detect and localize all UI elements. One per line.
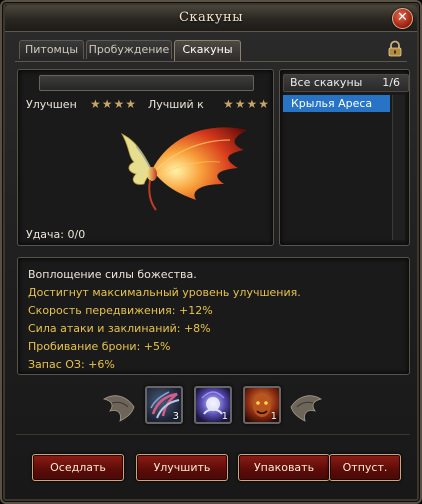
- close-icon: ✕: [397, 10, 408, 25]
- pack-button[interactable]: Упаковать: [238, 454, 330, 481]
- upgraded-stars: ★★★★: [90, 97, 138, 111]
- griffin-ornament-left-icon: [102, 395, 135, 422]
- title-bar[interactable]: Скакуны ✕: [5, 5, 417, 32]
- mount-wings-image: [120, 127, 247, 211]
- skill-slots-row: 3 1 1: [2, 383, 422, 431]
- slot-count: 3: [172, 411, 179, 422]
- tab-pets[interactable]: Питомцы: [19, 40, 84, 59]
- slot-count: 1: [270, 411, 277, 422]
- description-line: Сила атаки и заклинаний: +8%: [28, 322, 211, 335]
- skill-slot-1[interactable]: 3: [145, 386, 183, 424]
- description-line: Скорость передвижения: +12%: [28, 304, 213, 317]
- action-buttons-row: Оседлать Улучшить Упаковать Отпуст.: [16, 434, 410, 495]
- mount-list-title: Все скакуны: [290, 76, 363, 89]
- skill-slot-3[interactable]: 1: [243, 386, 281, 424]
- tab-divider: [15, 61, 407, 62]
- best-stars: ★★★★: [223, 97, 271, 111]
- mount-description-panel: Воплощение силы божества. Достигнут макс…: [17, 257, 410, 375]
- mount-list-scrollbar[interactable]: [392, 95, 405, 240]
- saddle-button[interactable]: Оседлать: [32, 454, 124, 481]
- description-line: Пробивание брони: +5%: [28, 340, 171, 353]
- mount-count: 1/6: [382, 76, 400, 89]
- description-line: Достигнут максимальный уровень улучшения…: [28, 286, 301, 299]
- description-line: Запас ОЗ: +6%: [28, 358, 115, 371]
- mount-name-bar: [39, 75, 254, 91]
- lock-icon[interactable]: [386, 40, 404, 58]
- mount-list-panel: Все скакуны 1/6 Крылья Ареса: [279, 69, 410, 246]
- slot-count: 1: [221, 411, 228, 422]
- mount-preview-panel: Улучшен ★★★★ Лучший к ★★★★ Удача: 0/0: [17, 69, 274, 246]
- description-line: Воплощение силы божества.: [28, 268, 197, 281]
- tab-awakening[interactable]: Пробуждение: [86, 40, 172, 59]
- griffin-ornament-right-icon: [290, 395, 323, 422]
- mounts-window: Скакуны ✕ Питомцы Пробуждение Скакуны Ул…: [0, 0, 422, 504]
- mount-list-header: Все скакуны 1/6: [283, 74, 409, 92]
- close-button[interactable]: ✕: [392, 8, 413, 29]
- mount-list-item[interactable]: Крылья Ареса: [283, 95, 390, 112]
- upgraded-label: Улучшен: [26, 98, 77, 111]
- upgrade-button[interactable]: Улучшить: [136, 454, 228, 481]
- tab-mounts[interactable]: Скакуны: [174, 40, 241, 61]
- window-title: Скакуны: [178, 10, 244, 25]
- skill-slot-2[interactable]: 1: [194, 386, 232, 424]
- release-button[interactable]: Отпуст.: [329, 454, 401, 481]
- luck-text: Удача: 0/0: [26, 228, 86, 241]
